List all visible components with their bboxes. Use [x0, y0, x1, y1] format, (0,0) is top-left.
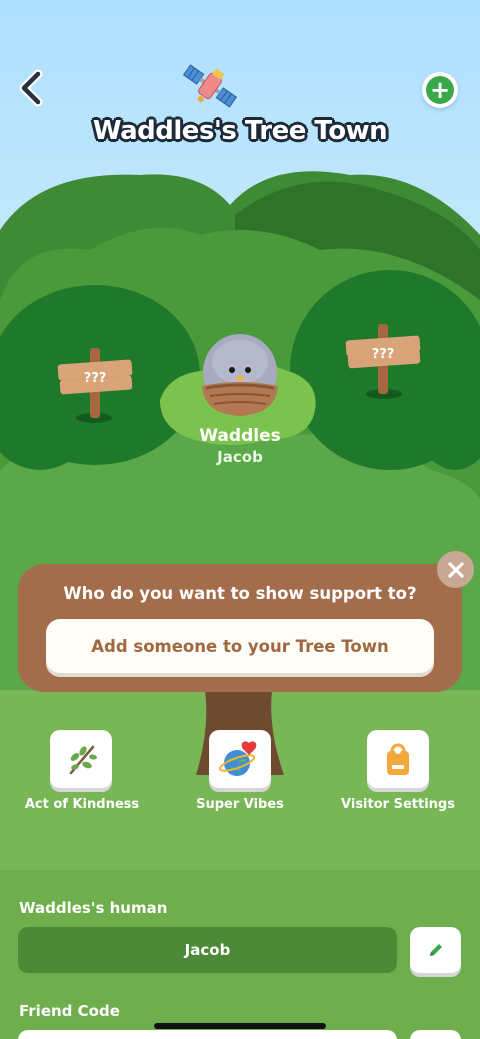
super-vibes-button[interactable] [209, 730, 271, 788]
copy-friend-code-button[interactable] [410, 1030, 461, 1039]
visitor-settings-button[interactable] [367, 730, 429, 788]
support-question: Who do you want to show support to? [63, 584, 417, 603]
super-vibes-label: Super Vibes [196, 797, 284, 812]
plus-circle-icon: + [426, 76, 454, 104]
satellite-icon [182, 64, 238, 108]
friend-code-field[interactable] [18, 1030, 397, 1039]
pet-avatar[interactable] [196, 332, 286, 424]
globe-heart-icon [219, 741, 257, 776]
edit-human-button[interactable] [410, 927, 461, 973]
add-friend-button[interactable]: + [422, 72, 458, 108]
act-of-kindness-button[interactable] [50, 730, 112, 788]
pet-name: Waddles [199, 426, 281, 446]
right-sign-label: ??? [372, 347, 395, 362]
left-sign[interactable]: ??? [52, 346, 138, 426]
human-label: Waddles's human [19, 899, 168, 917]
chevron-left-icon [19, 69, 43, 107]
visitor-settings-label: Visitor Settings [341, 797, 455, 812]
human-name-field[interactable]: Jacob [18, 927, 397, 973]
page-title: Waddles's Tree Town [92, 116, 388, 146]
support-card: Who do you want to show support to? Add … [18, 564, 462, 692]
back-button[interactable] [14, 68, 50, 108]
friend-code-label: Friend Code [19, 1002, 120, 1020]
act-of-kindness-label: Act of Kindness [24, 797, 140, 812]
home-indicator [154, 1023, 326, 1029]
add-someone-button[interactable]: Add someone to your Tree Town [46, 619, 434, 673]
pencil-icon [429, 944, 442, 956]
right-sign[interactable]: ??? [342, 322, 428, 402]
close-icon [447, 561, 464, 578]
close-support-button[interactable] [437, 551, 474, 588]
door-hanger-icon [387, 743, 409, 775]
pet-owner: Jacob [217, 448, 263, 466]
leaf-branch-icon [69, 745, 97, 775]
left-sign-label: ??? [84, 371, 107, 386]
